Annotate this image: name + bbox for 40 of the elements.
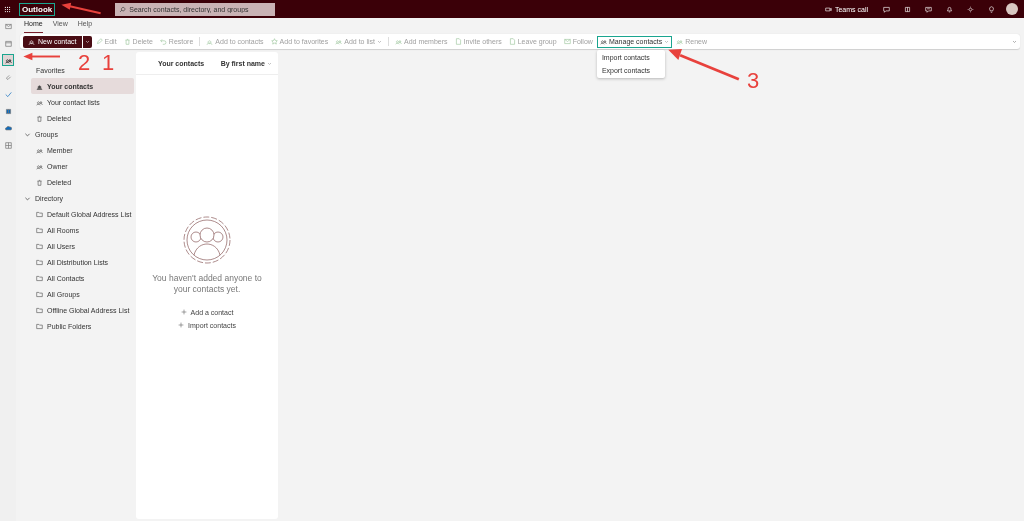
avatar[interactable] (1006, 3, 1018, 15)
people-icon (335, 38, 343, 45)
person-icon (206, 38, 214, 45)
feedback-icon[interactable] (925, 5, 932, 13)
bell-icon[interactable] (946, 5, 953, 13)
people-icon (676, 38, 684, 45)
people-icon[interactable] (2, 54, 14, 66)
chevron-icon (84, 39, 90, 44)
people-icon (36, 162, 43, 170)
trash-icon (123, 38, 131, 45)
people-icon (36, 146, 43, 154)
plus-icon (178, 322, 185, 329)
chevron-icon (267, 60, 272, 66)
camera-icon (824, 5, 832, 13)
chat-icon[interactable] (883, 5, 890, 13)
people-icon (395, 38, 402, 45)
mail-icon (563, 38, 571, 45)
people-icon (599, 38, 607, 45)
star-icon (270, 38, 278, 45)
annotation-number: 2 (78, 52, 91, 74)
app-launcher-icon[interactable] (4, 5, 11, 13)
document-icon (454, 38, 462, 45)
grid-icon[interactable] (2, 139, 14, 151)
annotation-number: 3 (746, 69, 760, 92)
lightbulb-icon[interactable] (988, 5, 995, 13)
app-name[interactable]: Outlook (19, 2, 56, 16)
person-icon (36, 82, 43, 90)
trash-icon (36, 178, 43, 186)
document-icon (508, 38, 516, 45)
undo-icon (159, 38, 167, 45)
people-icon (36, 98, 43, 106)
annotation-number: 1 (102, 52, 115, 74)
people-illustration (182, 215, 232, 265)
dropdown-button[interactable] (81, 35, 92, 48)
person-icon (28, 38, 35, 45)
empty-state-message: You haven't added anyone to your contacts yet. (151, 273, 263, 296)
plus-icon (180, 309, 187, 316)
trash-icon (36, 114, 43, 122)
settings-icon[interactable] (967, 5, 974, 13)
pencil-icon (95, 38, 103, 45)
